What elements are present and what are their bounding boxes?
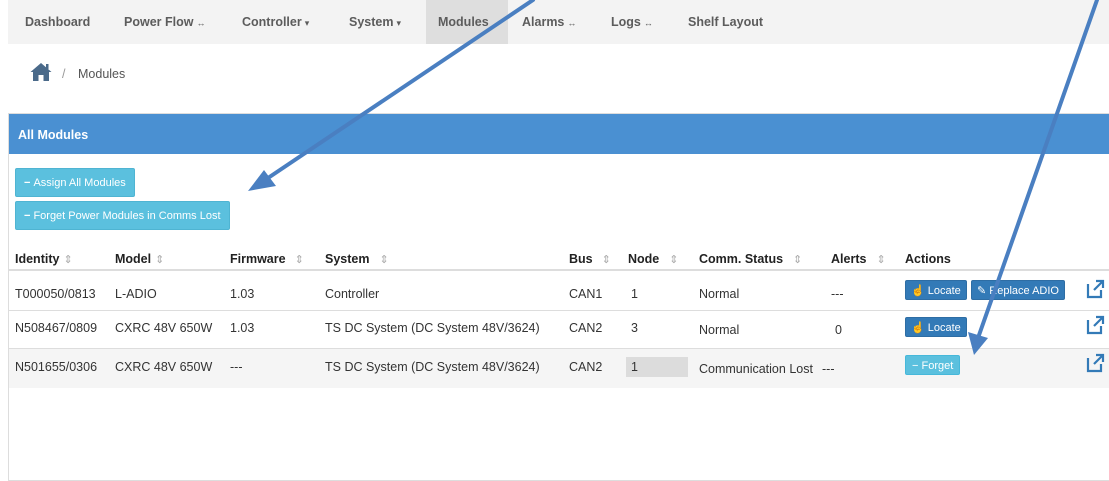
cell-model: L-ADIO <box>115 287 157 301</box>
nav-shelf-layout[interactable]: Shelf Layout <box>688 0 763 44</box>
col-header-bus[interactable]: Bus ⇕ <box>569 252 611 266</box>
cell-node: 1 <box>631 287 638 301</box>
cell-firmware: 1.03 <box>230 321 255 335</box>
sort-icon: ⇕ <box>876 254 886 266</box>
sort-icon: ⇕ <box>155 254 165 266</box>
external-link-icon[interactable] <box>1085 315 1105 335</box>
hand-pointer-icon: ☝ <box>911 322 925 334</box>
col-header-node[interactable]: Node ⇕ <box>628 252 678 266</box>
forget-comms-lost-label: Forget Power Modules in Comms Lost <box>33 210 221 222</box>
nav-dashboard-label: Dashboard <box>25 15 91 29</box>
chevron-down-icon: ▾ <box>304 18 310 28</box>
cell-identity: T000050/0813 <box>15 287 96 301</box>
minus-icon: − <box>912 360 919 372</box>
forget-label: Forget <box>921 360 954 372</box>
col-header-model[interactable]: Model ⇕ <box>115 252 164 266</box>
breadcrumb-current: Modules <box>78 67 126 81</box>
nav-power-flow-label: Power Flow <box>124 15 194 29</box>
cell-system: TS DC System (DC System 48V/3624) <box>325 360 540 374</box>
external-link-icon[interactable] <box>1085 279 1105 299</box>
col-header-alerts[interactable]: Alerts ⇕ <box>831 252 886 266</box>
cell-identity: N508467/0809 <box>15 321 98 335</box>
indicator-icon: ↔ <box>196 18 206 28</box>
nav-controller[interactable]: Controller ▾ <box>242 0 309 44</box>
top-navbar: Dashboard Power Flow ↔ Controller ▾ System… <box>8 0 1109 44</box>
sort-icon: ⇕ <box>601 254 611 266</box>
col-header-identity[interactable]: Identity ⇕ <box>15 252 73 266</box>
breadcrumb-separator: / <box>62 67 66 81</box>
sort-icon: ⇕ <box>63 254 73 266</box>
assign-all-modules-button[interactable]: − Assign All Modules <box>15 168 135 197</box>
cell-bus: CAN1 <box>569 287 603 301</box>
external-link-icon[interactable] <box>1085 353 1105 373</box>
all-modules-panel: All Modules − Assign All Modules − Forget … <box>8 113 1109 481</box>
locate-label: Locate <box>927 322 961 334</box>
sort-icon: ⇕ <box>379 254 389 266</box>
cell-system: TS DC System (DC System 48V/3624) <box>325 321 540 335</box>
cell-node: 1 <box>631 360 638 374</box>
header-divider <box>9 269 1109 271</box>
locate-button[interactable]: ☝ Locate <box>905 280 967 300</box>
nav-system[interactable]: System ▾ <box>349 0 401 44</box>
replace-adio-button[interactable]: ✎ Replace ADIO <box>971 280 1065 300</box>
col-header-actions: Actions <box>905 252 951 266</box>
cell-bus: CAN2 <box>569 360 603 374</box>
nav-power-flow[interactable]: Power Flow ↔ <box>124 0 205 44</box>
hand-pointer-icon: ☝ <box>911 285 925 297</box>
panel-heading: All Modules <box>9 114 1109 154</box>
minus-icon: − <box>24 210 31 222</box>
assign-all-label: Assign All Modules <box>33 177 126 189</box>
cell-model: CXRC 48V 650W <box>115 360 213 374</box>
nav-modules[interactable]: Modules <box>426 0 508 44</box>
panel-title: All Modules <box>18 128 89 142</box>
replace-adio-label: Replace ADIO <box>989 285 1059 297</box>
sort-icon: ⇕ <box>793 254 803 266</box>
nav-controller-label: Controller <box>242 15 302 29</box>
nav-dashboard[interactable]: Dashboard <box>25 0 90 44</box>
locate-button[interactable]: ☝ Locate <box>905 317 967 337</box>
row-divider <box>9 310 1109 311</box>
locate-label: Locate <box>927 285 961 297</box>
cell-alerts: --- <box>831 287 844 301</box>
indicator-icon: ↔ <box>567 18 577 28</box>
table-row: N501655/0306 CXRC 48V 650W --- TS DC Sys… <box>9 349 1109 388</box>
cell-comm-status: Communication Lost <box>699 362 813 376</box>
cell-node: 3 <box>631 321 638 335</box>
forget-comms-lost-button[interactable]: − Forget Power Modules in Comms Lost <box>15 201 230 230</box>
nav-alarms[interactable]: Alarms ↔ <box>522 0 576 44</box>
forget-button[interactable]: − Forget <box>905 355 961 375</box>
cell-system: Controller <box>325 287 380 301</box>
indicator-icon: ↔ <box>643 18 653 28</box>
sort-icon: ⇕ <box>669 254 679 266</box>
cell-alerts: --- <box>822 362 835 376</box>
cell-bus: CAN2 <box>569 321 603 335</box>
chevron-down-icon: ▾ <box>396 18 402 28</box>
col-header-system[interactable]: System ⇕ <box>325 252 389 266</box>
nav-modules-label: Modules <box>438 15 489 29</box>
nav-system-label: System <box>349 15 394 29</box>
cell-identity: N501655/0306 <box>15 360 98 374</box>
cell-comm-status: Normal <box>699 323 740 337</box>
minus-icon: − <box>24 177 31 189</box>
cell-firmware: 1.03 <box>230 287 255 301</box>
cell-firmware: --- <box>230 360 243 374</box>
nav-logs-label: Logs <box>611 15 641 29</box>
cell-model: CXRC 48V 650W <box>115 321 213 335</box>
nav-logs[interactable]: Logs ↔ <box>611 0 653 44</box>
nav-alarms-label: Alarms <box>522 15 565 29</box>
nav-shelf-layout-label: Shelf Layout <box>688 15 764 29</box>
col-header-comm-status[interactable]: Comm. Status ⇕ <box>699 252 802 266</box>
cell-comm-status: Normal <box>699 287 740 301</box>
sort-icon: ⇕ <box>294 254 304 266</box>
wrench-icon: ✎ <box>977 285 987 297</box>
home-icon[interactable] <box>30 62 52 82</box>
cell-alerts: 0 <box>835 323 842 337</box>
col-header-firmware[interactable]: Firmware ⇕ <box>230 252 304 266</box>
